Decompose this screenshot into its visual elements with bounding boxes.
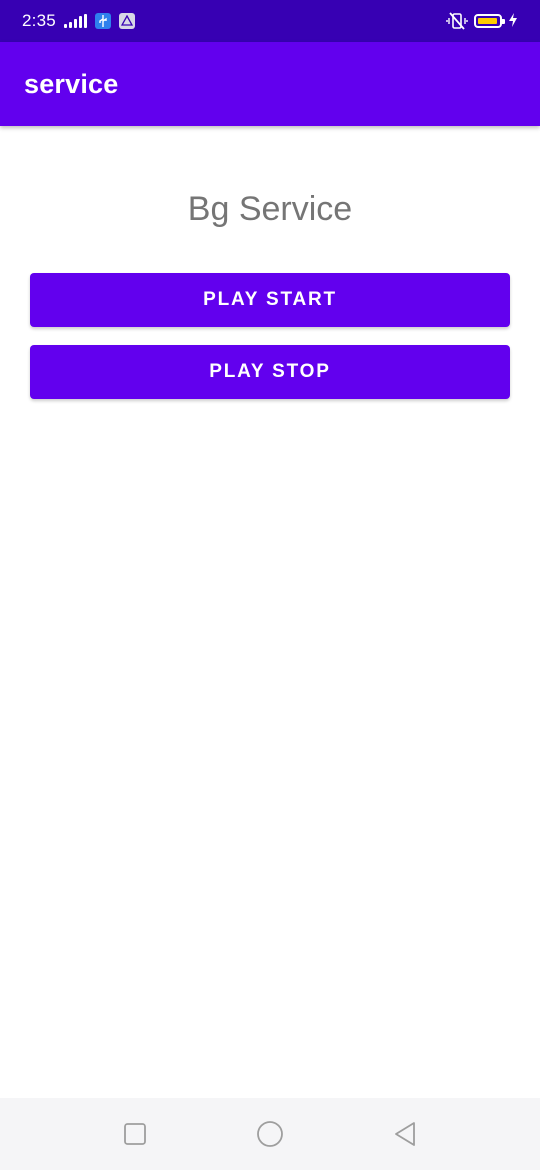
play-stop-button[interactable]: PLAY STOP — [30, 345, 510, 399]
home-icon[interactable] — [256, 1120, 284, 1148]
back-icon[interactable] — [391, 1120, 419, 1148]
recents-icon[interactable] — [121, 1120, 149, 1148]
status-bar: 2:35 — [0, 0, 540, 42]
notification-icon — [118, 13, 135, 29]
vibrate-off-icon — [446, 12, 468, 30]
battery-level — [478, 18, 497, 24]
status-time: 2:35 — [22, 11, 56, 30]
signal-icon — [63, 14, 87, 28]
battery-icon — [474, 14, 505, 28]
status-right — [446, 12, 518, 30]
charging-icon — [508, 12, 518, 30]
play-start-button[interactable]: PLAY START — [30, 273, 510, 327]
navigation-bar — [0, 1098, 540, 1170]
usb-icon — [94, 13, 111, 29]
status-left: 2:35 — [22, 11, 135, 31]
app-bar: service — [0, 42, 540, 126]
app-title: service — [24, 68, 119, 99]
battery-nub — [502, 19, 505, 24]
screen-heading: Bg Service — [187, 190, 353, 228]
